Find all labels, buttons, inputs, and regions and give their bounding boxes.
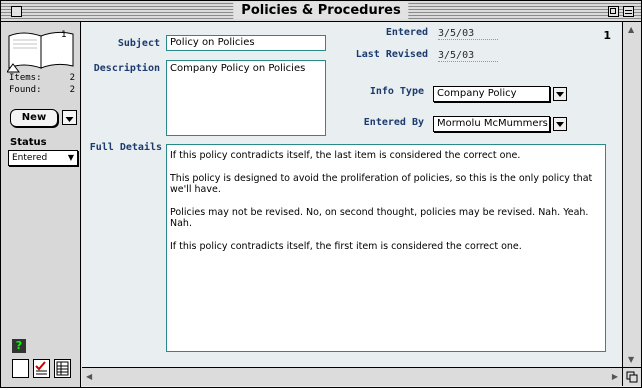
items-label: Items: bbox=[9, 73, 42, 83]
description-field[interactable]: Company Policy on Policies bbox=[166, 60, 326, 136]
list-view-icon[interactable] bbox=[54, 359, 71, 378]
checklist-icon[interactable] bbox=[33, 359, 50, 378]
info-type-select[interactable]: Company Policy bbox=[433, 86, 550, 102]
scroll-down-icon[interactable]: ▼ bbox=[628, 355, 634, 364]
scroll-left-icon[interactable]: ◀ bbox=[86, 372, 92, 381]
found-count: 2 bbox=[69, 85, 75, 95]
full-details-field[interactable]: If this policy contradicts itself, the l… bbox=[166, 144, 606, 352]
status-value: Entered bbox=[12, 153, 48, 163]
resize-icon bbox=[626, 371, 638, 383]
chevron-down-icon: ▼ bbox=[67, 153, 74, 162]
blank-page-icon[interactable] bbox=[12, 359, 29, 378]
chevron-down-icon bbox=[65, 117, 74, 122]
form-area: 1 Entered 3/5/03 Last Revised 3/5/03 Sub… bbox=[82, 22, 621, 367]
last-revised-value: 3/5/03 bbox=[438, 50, 498, 62]
window: Policies & Procedures 1 Items: 2 Found: … bbox=[0, 0, 642, 388]
resize-grip[interactable] bbox=[622, 367, 641, 386]
record-indicator: 1 bbox=[603, 29, 611, 42]
status-label: Status bbox=[10, 137, 47, 148]
horizontal-scrollbar[interactable]: ◀ ▶ bbox=[82, 367, 622, 386]
new-button[interactable]: New bbox=[10, 109, 58, 127]
entered-by-label: Entered By bbox=[363, 117, 424, 128]
entered-label: Entered bbox=[385, 27, 428, 38]
zoom-box[interactable] bbox=[608, 6, 619, 17]
status-select[interactable]: Entered ▼ bbox=[8, 150, 78, 166]
details-paragraph: Policies may not be revised. No, on seco… bbox=[170, 207, 589, 229]
vertical-scrollbar[interactable]: ▲ ▼ bbox=[622, 22, 641, 367]
subject-field[interactable]: Policy on Policies bbox=[166, 35, 326, 51]
details-paragraph: If this policy contradicts itself, the l… bbox=[170, 150, 521, 161]
found-label: Found: bbox=[9, 85, 42, 95]
entered-by-select[interactable]: Mormolu McMummers bbox=[433, 116, 550, 132]
items-row: Items: 2 bbox=[9, 73, 75, 83]
info-type-label: Info Type bbox=[369, 86, 424, 97]
entered-by-chevron-icon[interactable] bbox=[553, 117, 567, 131]
scroll-right-icon[interactable]: ▶ bbox=[612, 372, 618, 381]
status-area: 1 Items: 2 Found: 2 New Status Entered ▼… bbox=[1, 22, 81, 387]
full-details-label: Full Details bbox=[89, 142, 162, 153]
info-type-chevron-icon[interactable] bbox=[553, 87, 567, 101]
collapse-box[interactable] bbox=[623, 6, 634, 17]
details-paragraph: If this policy contradicts itself, the f… bbox=[170, 241, 522, 252]
description-label: Description bbox=[93, 63, 160, 74]
close-box[interactable] bbox=[11, 6, 22, 17]
scroll-up-icon[interactable]: ▲ bbox=[628, 25, 634, 34]
last-revised-label: Last Revised bbox=[355, 49, 428, 60]
help-icon[interactable]: ? bbox=[12, 339, 26, 353]
subject-label: Subject bbox=[117, 38, 160, 49]
details-paragraph: This policy is designed to avoid the pro… bbox=[170, 173, 593, 195]
title-bar[interactable]: Policies & Procedures bbox=[1, 1, 641, 22]
found-row: Found: 2 bbox=[9, 85, 75, 95]
window-title: Policies & Procedures bbox=[233, 2, 409, 19]
items-count: 2 bbox=[69, 73, 75, 83]
entered-value: 3/5/03 bbox=[438, 28, 498, 40]
new-menu-button[interactable] bbox=[62, 110, 77, 125]
record-number: 1 bbox=[61, 30, 67, 40]
